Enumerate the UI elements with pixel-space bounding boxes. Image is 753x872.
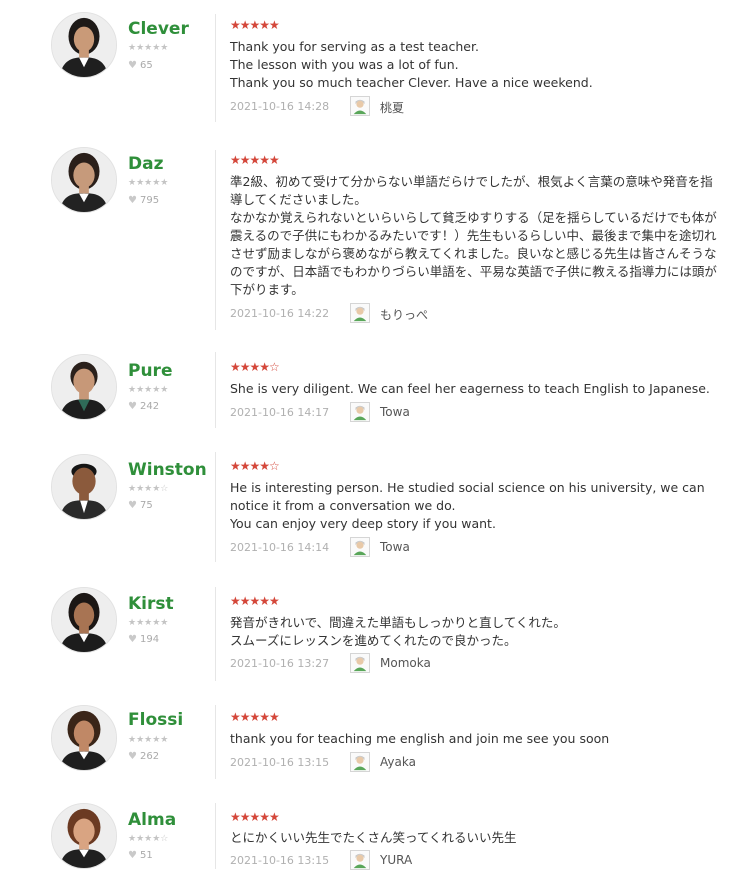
teacher-likes: ♥ 51 (128, 850, 153, 862)
teacher-avatar[interactable] (51, 803, 117, 869)
teacher-name[interactable]: Alma (128, 810, 176, 830)
heart-icon: ♥ (128, 850, 137, 861)
divider (215, 587, 216, 681)
teacher-photo (52, 355, 116, 419)
teacher-likes: ♥ 242 (128, 401, 159, 413)
review-date: 2021-10-16 13:27 (230, 657, 330, 670)
review-date: 2021-10-16 14:28 (230, 100, 330, 113)
teacher-rating-stars: ★★★★★ (128, 178, 169, 188)
user-avatar-icon (350, 303, 370, 323)
reviewer-name[interactable]: Towa (380, 540, 410, 554)
teacher-photo (52, 455, 116, 519)
review-rating-stars: ★★★★★ (230, 710, 280, 724)
teacher-avatar[interactable] (51, 147, 117, 213)
user-avatar-icon (350, 402, 370, 422)
review-rating-stars: ★★★★☆ (230, 459, 280, 473)
review-date: 2021-10-16 13:15 (230, 854, 330, 867)
likes-count: 51 (139, 850, 153, 861)
heart-icon: ♥ (128, 60, 137, 71)
teacher-likes: ♥ 262 (128, 751, 159, 763)
teacher-rating-stars: ★★★★★ (128, 43, 169, 53)
review-date: 2021-10-16 14:14 (230, 541, 330, 554)
review-date: 2021-10-16 13:15 (230, 756, 330, 769)
divider (215, 150, 216, 330)
user-avatar-icon (350, 96, 370, 116)
teacher-rating-stars: ★★★★☆ (128, 834, 169, 844)
heart-icon: ♥ (128, 195, 137, 206)
user-avatar-icon (350, 537, 370, 557)
teacher-likes: ♥ 194 (128, 634, 159, 646)
review-item: Alma ★★★★☆ ♥ 51 ★★★★★ とにかくいい先生でたくさん笑ってくれる… (0, 793, 753, 870)
teacher-name[interactable]: Flossi (128, 710, 183, 730)
likes-count: 194 (139, 634, 160, 645)
review-rating-stars: ★★★★★ (230, 18, 280, 32)
teacher-rating-stars: ★★★★★ (128, 735, 169, 745)
teacher-photo (52, 804, 116, 868)
review-comment: Thank you for serving as a test teacher.… (230, 39, 593, 90)
likes-count: 242 (139, 401, 160, 412)
teacher-likes: ♥ 795 (128, 195, 159, 207)
heart-icon: ♥ (128, 751, 137, 762)
review-date: 2021-10-16 14:17 (230, 406, 330, 419)
teacher-likes: ♥ 65 (128, 60, 153, 72)
review-item: Clever ★★★★★ ♥ 65 ★★★★★ Thank you for ser… (0, 0, 753, 140)
reviewer-name[interactable]: Ayaka (380, 755, 416, 769)
review-item: Kirst ★★★★★ ♥ 194 ★★★★★ 発音がきれいで、間違えた単語もしっ… (0, 575, 753, 693)
teacher-likes: ♥ 75 (128, 500, 153, 512)
teacher-photo (52, 706, 116, 770)
divider (215, 352, 216, 428)
teacher-rating-stars: ★★★★☆ (128, 484, 169, 494)
review-rating-stars: ★★★★★ (230, 594, 280, 608)
teacher-avatar[interactable] (51, 705, 117, 771)
review-item: Flossi ★★★★★ ♥ 262 ★★★★★ thank you for te… (0, 693, 753, 793)
review-comment: 準2級、初めて受けて分からない単語だらけでしたが、根気よく言葉の意味や発音を指導… (230, 174, 717, 297)
teacher-photo (52, 148, 116, 212)
heart-icon: ♥ (128, 500, 137, 511)
likes-count: 262 (139, 751, 160, 762)
likes-count: 65 (139, 60, 153, 71)
divider (215, 803, 216, 869)
divider (215, 14, 216, 122)
review-rating-stars: ★★★★★ (230, 153, 280, 167)
review-date: 2021-10-16 14:22 (230, 307, 330, 320)
teacher-name[interactable]: Clever (128, 19, 189, 39)
heart-icon: ♥ (128, 634, 137, 645)
reviewer-name[interactable]: YURA (380, 853, 412, 867)
teacher-rating-stars: ★★★★★ (128, 385, 169, 395)
review-comment: She is very diligent. We can feel her ea… (230, 381, 710, 396)
likes-count: 795 (139, 195, 160, 206)
teacher-avatar[interactable] (51, 587, 117, 653)
user-avatar-icon (350, 752, 370, 772)
review-rating-stars: ★★★★★ (230, 810, 280, 824)
heart-icon: ♥ (128, 401, 137, 412)
review-comment: 発音がきれいで、間違えた単語もしっかりと直してくれた。 スムーズにレッスンを進め… (230, 615, 566, 648)
user-avatar-icon (350, 653, 370, 673)
teacher-photo (52, 13, 116, 77)
user-avatar-icon (350, 850, 370, 870)
teacher-avatar[interactable] (51, 454, 117, 520)
divider (215, 452, 216, 562)
reviewer-name[interactable]: もりっぺ (380, 306, 428, 323)
teacher-avatar[interactable] (51, 12, 117, 78)
review-comment: とにかくいい先生でたくさん笑ってくれるいい先生 (230, 830, 517, 845)
teacher-avatar[interactable] (51, 354, 117, 420)
review-rating-stars: ★★★★☆ (230, 360, 280, 374)
divider (215, 705, 216, 779)
teacher-rating-stars: ★★★★★ (128, 618, 169, 628)
likes-count: 75 (139, 500, 153, 511)
review-item: Winston ★★★★☆ ♥ 75 ★★★★☆ He is interestin… (0, 440, 753, 575)
reviewer-name[interactable]: Momoka (380, 656, 431, 670)
teacher-name[interactable]: Winston (128, 460, 207, 480)
review-item: Pure ★★★★★ ♥ 242 ★★★★☆ She is very dilige… (0, 340, 753, 440)
teacher-name[interactable]: Daz (128, 154, 163, 174)
reviewer-name[interactable]: 桃夏 (380, 99, 404, 116)
teacher-name[interactable]: Kirst (128, 594, 174, 614)
teacher-name[interactable]: Pure (128, 361, 172, 381)
review-comment: thank you for teaching me english and jo… (230, 731, 610, 746)
teacher-photo (52, 588, 116, 652)
reviewer-name[interactable]: Towa (380, 405, 410, 419)
review-comment: He is interesting person. He studied soc… (230, 480, 705, 531)
review-item: Daz ★★★★★ ♥ 795 ★★★★★ 準2級、初めて受けて分からない単語だら… (0, 140, 753, 340)
